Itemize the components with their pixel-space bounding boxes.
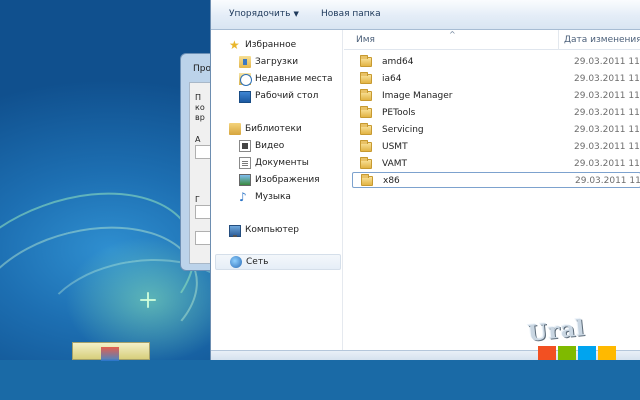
nav-label: Документы [255, 158, 309, 168]
video-library-icon [239, 140, 251, 152]
nav-item-recent-places[interactable]: Недавние места [239, 71, 333, 87]
file-date: 29.03.2011 11:38 [574, 125, 640, 135]
nav-computer[interactable]: Компьютер [229, 222, 299, 238]
nav-item-downloads[interactable]: Загрузки [239, 54, 298, 70]
nav-label: Библиотеки [245, 124, 302, 134]
file-date: 29.03.2011 11:38 [574, 159, 640, 169]
network-icon [230, 256, 242, 268]
file-name: Servicing [382, 125, 424, 135]
folder-icon [360, 140, 372, 152]
nav-label: Изображения [255, 175, 320, 185]
file-date: 29.03.2011 11:38 [574, 91, 640, 101]
command-bar: Упорядочить ▼ Новая папка [211, 0, 640, 30]
file-name: amd64 [382, 57, 414, 67]
file-row[interactable]: Servicing 29.03.2011 11:38 [352, 122, 640, 138]
file-row[interactable]: VAMT 29.03.2011 11:38 [352, 156, 640, 172]
nav-label: Рабочий стол [255, 91, 319, 101]
column-header: Имя ^ Дата изменения [344, 30, 640, 50]
file-name: x86 [383, 176, 400, 186]
new-folder-button[interactable]: Новая папка [321, 9, 381, 19]
nav-favorites[interactable]: ★ Избранное [229, 37, 296, 53]
nav-item-music[interactable]: ♪ Музыка [239, 189, 291, 205]
taskbar-thumbnail[interactable] [72, 342, 150, 361]
nav-label: Избранное [245, 40, 297, 50]
nav-network[interactable]: Сеть [215, 254, 341, 270]
computer-icon [229, 224, 241, 237]
nav-item-documents[interactable]: Документы [239, 155, 309, 171]
file-date: 29.03.2011 11:38 [574, 74, 640, 84]
nav-label: Музыка [255, 192, 291, 202]
downloads-folder-icon [239, 56, 251, 68]
watermark-logo: Ural [520, 315, 638, 360]
file-name: PETools [382, 108, 416, 118]
folder-icon [360, 157, 372, 169]
windows-flag-icon [538, 346, 618, 360]
organize-button[interactable]: Упорядочить ▼ [229, 9, 299, 19]
nav-label: Видео [255, 141, 285, 151]
dialog-text: Г [195, 195, 200, 204]
navigation-pane: ★ Избранное Загрузки Недавние места Рабо… [211, 30, 343, 350]
column-name-header[interactable]: Имя [356, 35, 375, 45]
nav-label: Компьютер [245, 225, 299, 235]
file-row[interactable]: Image Manager 29.03.2011 11:38 [352, 88, 640, 104]
documents-library-icon [239, 157, 251, 169]
nav-item-video[interactable]: Видео [239, 138, 284, 154]
file-name: VAMT [382, 159, 408, 169]
file-date: 29.03.2011 11:38 [575, 176, 640, 186]
music-note-icon: ♪ [239, 190, 247, 204]
star-icon: ★ [229, 38, 240, 52]
folder-icon [360, 123, 372, 135]
sort-caret-icon: ^ [449, 30, 456, 39]
wallpaper-sparkle [140, 292, 156, 308]
nav-libraries[interactable]: Библиотеки [229, 121, 302, 137]
file-name: USMT [382, 142, 408, 152]
nav-label: Загрузки [255, 57, 299, 67]
file-row[interactable]: USMT 29.03.2011 11:38 [352, 139, 640, 155]
dialog-text: П [195, 93, 202, 102]
nav-item-desktop[interactable]: Рабочий стол [239, 88, 318, 104]
folder-icon [360, 89, 372, 101]
file-date: 29.03.2011 11:38 [574, 142, 640, 152]
nav-item-images[interactable]: Изображения [239, 172, 320, 188]
organize-label: Упорядочить [229, 9, 291, 19]
recent-places-icon [239, 73, 252, 86]
folder-icon [360, 72, 372, 84]
dialog-text: ко [195, 103, 205, 112]
pictures-library-icon [239, 174, 251, 186]
desktop-icon [239, 90, 251, 103]
file-row[interactable]: PETools 29.03.2011 11:38 [352, 105, 640, 121]
folder-icon [361, 174, 373, 186]
file-list-pane: Имя ^ Дата изменения amd64 29.03.2011 11… [344, 30, 640, 350]
libraries-icon [229, 123, 241, 135]
column-date-header[interactable]: Дата изменения [564, 35, 640, 45]
dialog-text: вр [195, 113, 205, 122]
file-date: 29.03.2011 11:38 [574, 108, 640, 118]
file-row-selected[interactable]: x86 29.03.2011 11:38 [352, 172, 640, 188]
nav-label: Сеть [246, 257, 269, 267]
watermark-text: Ural [526, 315, 587, 347]
file-name: ia64 [382, 74, 402, 84]
dialog-text: А [195, 135, 201, 144]
file-date: 29.03.2011 11:38 [574, 57, 640, 67]
nav-label: Недавние места [255, 74, 333, 84]
column-separator[interactable] [558, 30, 559, 50]
dialog-title: Про [193, 64, 211, 74]
chevron-down-icon: ▼ [293, 10, 299, 18]
folder-icon [360, 55, 372, 67]
file-row[interactable]: amd64 29.03.2011 11:38 [352, 54, 640, 70]
file-name: Image Manager [382, 91, 453, 101]
explorer-window: Упорядочить ▼ Новая папка ★ Избранное Заг… [210, 0, 640, 360]
file-row[interactable]: ia64 29.03.2011 11:38 [352, 71, 640, 87]
folder-icon [360, 106, 372, 118]
